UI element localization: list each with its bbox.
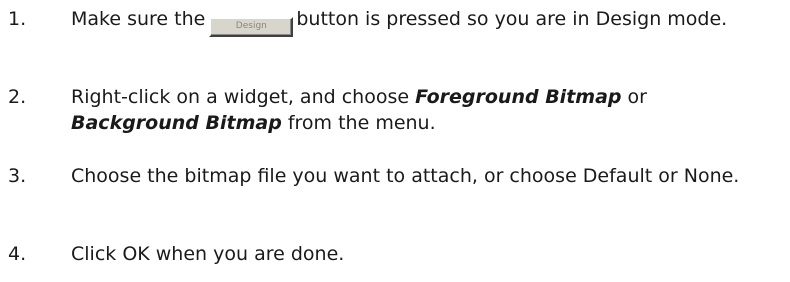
step-number: 2. xyxy=(8,86,27,108)
step-text: Click OK when you are done. xyxy=(71,243,345,265)
step-text-after-button: button is pressed so you are in Design m… xyxy=(296,8,728,30)
step-number: 1. xyxy=(8,8,27,30)
step-number: 3. xyxy=(8,165,27,187)
menu-option-background-bitmap: Background Bitmap xyxy=(71,112,282,134)
step-text: Choose the bitmap file you want to attac… xyxy=(71,165,740,187)
step-text-before-button: Make sure the xyxy=(71,8,206,30)
menu-option-foreground-bitmap: Foreground Bitmap xyxy=(415,86,622,108)
step-text-outro: from the menu. xyxy=(287,112,436,134)
step-text: Make sure the Design button is pressed so … xyxy=(71,6,783,37)
step-text-intro: Right-click on a widget, and choose xyxy=(71,86,410,108)
step-number: 4. xyxy=(8,243,27,265)
step-text: Right-click on a widget, and choose Fore… xyxy=(71,84,783,136)
design-button-image: Design xyxy=(209,17,294,37)
step-text-joiner: or xyxy=(627,86,647,108)
